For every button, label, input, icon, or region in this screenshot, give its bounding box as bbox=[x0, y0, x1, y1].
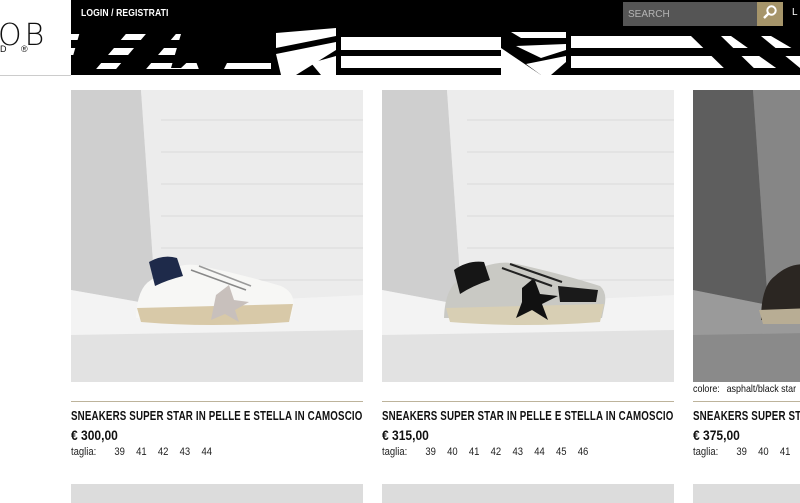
product-card[interactable]: SNEAKERS SUPER STAR IN PELLE E STELLA IN… bbox=[71, 90, 363, 458]
product-color bbox=[71, 383, 78, 395]
product-sizes: taglia: 39 40 41 42 43 44 45 46 bbox=[382, 446, 588, 458]
separator bbox=[382, 401, 674, 402]
search-input[interactable] bbox=[623, 2, 757, 26]
size-option[interactable]: 40 bbox=[758, 446, 769, 458]
size-option[interactable]: 41 bbox=[469, 446, 480, 458]
size-option[interactable]: 42 bbox=[491, 446, 502, 458]
search-button[interactable] bbox=[757, 2, 783, 26]
logo-subtext: D ® bbox=[0, 44, 34, 54]
size-option[interactable]: 46 bbox=[578, 446, 589, 458]
sizes-label: taglia: bbox=[71, 446, 97, 458]
product-price: € 300,00 bbox=[71, 427, 118, 443]
size-option[interactable]: 45 bbox=[556, 446, 567, 458]
product-card-next-row[interactable] bbox=[693, 484, 800, 503]
topbar-edge-link[interactable]: L bbox=[792, 7, 798, 18]
header-banner bbox=[71, 28, 800, 75]
size-option[interactable]: 40 bbox=[447, 446, 458, 458]
size-option[interactable]: 44 bbox=[534, 446, 545, 458]
size-option[interactable]: 39 bbox=[114, 446, 125, 458]
product-name[interactable]: SNEAKERS SUPER STAR B bbox=[693, 409, 800, 423]
size-option[interactable]: 43 bbox=[512, 446, 523, 458]
size-option[interactable]: 39 bbox=[425, 446, 436, 458]
login-register-link[interactable]: LOGIN / REGISTRATI bbox=[81, 7, 168, 19]
size-option[interactable]: 44 bbox=[201, 446, 212, 458]
brand-logo[interactable]: OB D ® bbox=[0, 0, 71, 76]
product-name[interactable]: SNEAKERS SUPER STAR IN PELLE E STELLA IN… bbox=[382, 409, 674, 423]
sizes-label: taglia: bbox=[693, 446, 719, 458]
product-price: € 375,00 bbox=[693, 427, 740, 443]
product-card-next-row[interactable] bbox=[71, 484, 363, 503]
product-image[interactable] bbox=[382, 90, 674, 382]
sizes-label: taglia: bbox=[382, 446, 408, 458]
product-sizes: taglia: 39 41 42 43 44 bbox=[71, 446, 212, 458]
product-card[interactable]: colore: asphalt/black star SNEAKERS SUPER… bbox=[693, 90, 800, 470]
product-image[interactable] bbox=[71, 90, 363, 382]
size-option[interactable]: 39 bbox=[736, 446, 747, 458]
size-option[interactable]: 41 bbox=[136, 446, 147, 458]
product-card[interactable]: SNEAKERS SUPER STAR IN PELLE E STELLA IN… bbox=[382, 90, 674, 458]
product-name[interactable]: SNEAKERS SUPER STAR IN PELLE E STELLA IN… bbox=[71, 409, 363, 423]
product-price: € 315,00 bbox=[382, 427, 429, 443]
product-card-next-row[interactable] bbox=[382, 484, 674, 503]
top-bar: LOGIN / REGISTRATI L bbox=[71, 0, 800, 28]
color-label: colore: bbox=[693, 383, 720, 395]
banner-stripes bbox=[71, 28, 800, 75]
product-image[interactable] bbox=[693, 90, 800, 382]
product-color bbox=[382, 383, 389, 395]
size-option[interactable]: 41 bbox=[780, 446, 791, 458]
product-color: colore: asphalt/black star bbox=[693, 383, 796, 395]
color-value: asphalt/black star bbox=[726, 383, 797, 395]
separator bbox=[71, 401, 363, 402]
separator bbox=[693, 401, 800, 402]
search-icon bbox=[762, 4, 778, 25]
product-sizes: taglia: 39 40 41 42 bbox=[693, 446, 800, 458]
size-option[interactable]: 42 bbox=[158, 446, 169, 458]
size-option[interactable]: 43 bbox=[180, 446, 191, 458]
